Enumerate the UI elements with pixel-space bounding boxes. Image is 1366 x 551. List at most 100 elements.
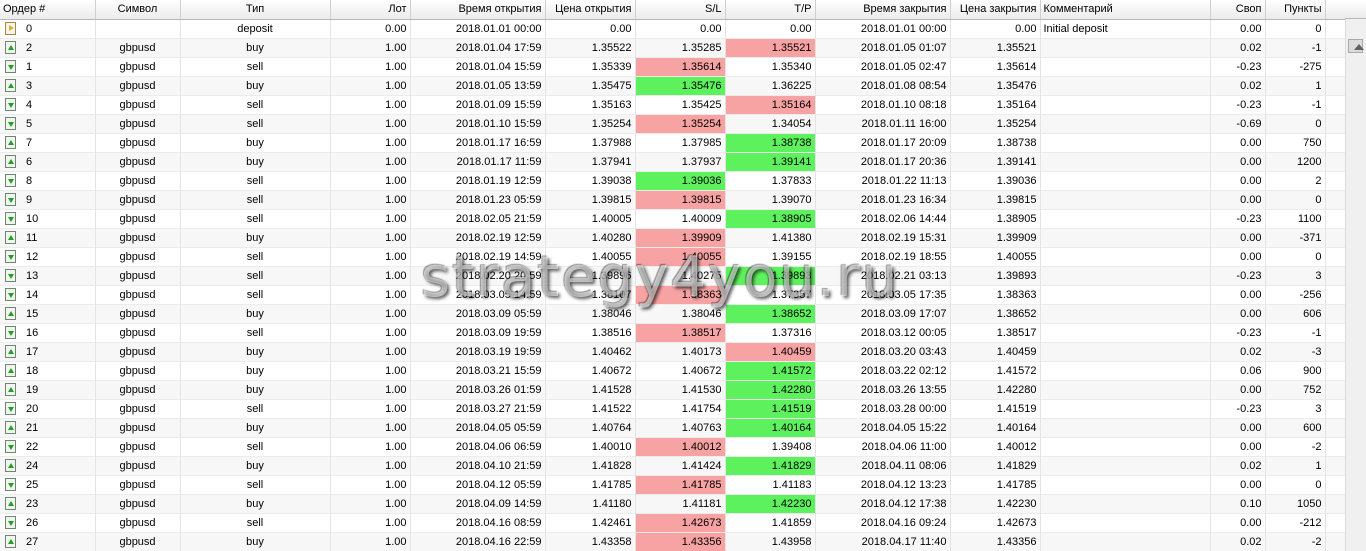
table-row[interactable]: 13 gbpusd sell 1.00 2018.02.20 20:59 1.39896 1… <box>0 266 1345 285</box>
cell-lot: 1.00 <box>330 361 411 380</box>
table-row[interactable]: 9 gbpusd sell 1.00 2018.01.23 05:59 1.39815 1.… <box>0 190 1345 209</box>
column-header-sl[interactable]: S/L <box>635 0 726 20</box>
cell-open-time: 2018.04.05 05:59 <box>410 418 546 437</box>
cell-tp: 1.41519 <box>725 399 816 418</box>
cell-type: sell <box>180 171 331 190</box>
cell-swap: 0.02 <box>1210 456 1266 475</box>
table-row[interactable]: 23 gbpusd buy 1.00 2018.04.09 14:59 1.41180 1.… <box>0 494 1345 513</box>
table-row[interactable]: 16 gbpusd sell 1.00 2018.03.09 19:59 1.38516 1… <box>0 323 1345 342</box>
cell-comment <box>1040 304 1211 323</box>
cell-close-time: 2018.01.23 16:34 <box>815 190 951 209</box>
order-number: 17 <box>26 345 39 358</box>
table-row[interactable]: 11 gbpusd buy 1.00 2018.02.19 12:59 1.40280 1.… <box>0 228 1345 247</box>
cell-type: buy <box>180 494 331 513</box>
cell-close-time: 2018.04.17 11:40 <box>815 532 951 551</box>
order-number: 2 <box>26 41 33 54</box>
column-header-points[interactable]: Пункты <box>1265 0 1326 20</box>
table-row[interactable]: 4 gbpusd sell 1.00 2018.01.09 15:59 1.35163 1.… <box>0 95 1345 114</box>
cell-symbol: gbpusd <box>95 285 181 304</box>
order-number: 14 <box>26 288 39 301</box>
cell-open-time: 2018.01.09 15:59 <box>410 95 546 114</box>
column-header-swap[interactable]: Своп <box>1210 0 1266 20</box>
cell-order: 27 <box>0 532 96 551</box>
cell-symbol: gbpusd <box>95 532 181 551</box>
table-row[interactable]: 27 gbpusd buy 1.00 2018.04.16 22:59 1.43358 1.… <box>0 532 1345 551</box>
table-row[interactable]: 26 gbpusd sell 1.00 2018.04.16 08:59 1.42461 1… <box>0 513 1345 532</box>
table-row[interactable]: 10 gbpusd sell 1.00 2018.02.05 21:59 1.40005 1… <box>0 209 1345 228</box>
cell-lot: 1.00 <box>330 418 411 437</box>
cell-sl: 1.35614 <box>635 57 726 76</box>
cell-comment <box>1040 285 1211 304</box>
cell-points: 0 <box>1265 247 1326 266</box>
table-row[interactable]: 0 deposit 0.00 2018.01.01 00:00 0.00 0.00 0.00… <box>0 19 1345 38</box>
table-row[interactable]: 17 gbpusd buy 1.00 2018.03.19 19:59 1.40462 1.… <box>0 342 1345 361</box>
table-row[interactable]: 1 gbpusd sell 1.00 2018.01.04 15:59 1.35339 1.… <box>0 57 1345 76</box>
cell-profit: 1200.00 <box>1325 152 1345 171</box>
column-header-profit[interactable]: Прибыль <box>1325 0 1345 20</box>
cell-close-price: 1.38905 <box>950 209 1041 228</box>
column-header-tp[interactable]: T/P <box>725 0 816 20</box>
sell-icon <box>5 478 16 491</box>
column-header-close-price[interactable]: Цена закрытия <box>950 0 1041 20</box>
cell-comment <box>1040 209 1211 228</box>
cell-swap: 0.00 <box>1210 418 1266 437</box>
cell-close-price: 1.43356 <box>950 532 1041 551</box>
table-row[interactable]: 20 gbpusd sell 1.00 2018.03.27 21:59 1.41522 1… <box>0 399 1345 418</box>
table-row[interactable]: 15 gbpusd buy 1.00 2018.03.09 05:59 1.38046 1.… <box>0 304 1345 323</box>
column-header-open-price[interactable]: Цена открытия <box>545 0 636 20</box>
table-row[interactable]: 25 gbpusd sell 1.00 2018.04.12 05:59 1.41785 1… <box>0 475 1345 494</box>
vertical-scrollbar[interactable] <box>1345 19 1366 551</box>
cell-symbol: gbpusd <box>95 437 181 456</box>
cell-close-price: 1.35254 <box>950 114 1041 133</box>
cell-type: sell <box>180 209 331 228</box>
table-row[interactable]: 3 gbpusd buy 1.00 2018.01.05 13:59 1.35475 1.3… <box>0 76 1345 95</box>
table-header: Ордер # Символ Тип Лот Время открытия Це… <box>0 0 1345 20</box>
cell-order: 11 <box>0 228 96 247</box>
table-row[interactable]: 6 gbpusd buy 1.00 2018.01.17 11:59 1.37941 1.3… <box>0 152 1345 171</box>
cell-profit: 1.02 <box>1325 76 1345 95</box>
scrollbar-thumb[interactable] <box>1348 39 1364 53</box>
column-header-close-time[interactable]: Время закрытия <box>815 0 951 20</box>
cell-close-time: 2018.01.01 00:00 <box>815 19 951 38</box>
cell-open-time: 2018.03.26 01:59 <box>410 380 546 399</box>
column-header-type[interactable]: Тип <box>180 0 331 20</box>
cell-sl: 1.40672 <box>635 361 726 380</box>
cell-open-time: 2018.01.10 15:59 <box>410 114 546 133</box>
table-row[interactable]: 5 gbpusd sell 1.00 2018.01.10 15:59 1.35254 1.… <box>0 114 1345 133</box>
cell-symbol: gbpusd <box>95 399 181 418</box>
cell-lot: 1.00 <box>330 380 411 399</box>
table-row[interactable]: 2 gbpusd buy 1.00 2018.01.04 17:59 1.35522 1.3… <box>0 38 1345 57</box>
column-header-lot[interactable]: Лот <box>330 0 411 20</box>
column-header-open-time[interactable]: Время открытия <box>410 0 546 20</box>
column-header-comment[interactable]: Комментарий <box>1040 0 1211 20</box>
cell-swap: 0.02 <box>1210 76 1266 95</box>
order-number: 13 <box>26 269 39 282</box>
cell-type: buy <box>180 304 331 323</box>
cell-order: 20 <box>0 399 96 418</box>
table-row[interactable]: 12 gbpusd sell 1.00 2018.02.19 14:59 1.40055 1… <box>0 247 1345 266</box>
table-row[interactable]: 14 gbpusd sell 1.00 2018.03.05 14:59 1.38107 1… <box>0 285 1345 304</box>
table-row[interactable]: 18 gbpusd buy 1.00 2018.03.21 15:59 1.40672 1.… <box>0 361 1345 380</box>
cell-open-time: 2018.03.27 21:59 <box>410 399 546 418</box>
table-row[interactable]: 24 gbpusd buy 1.00 2018.04.10 21:59 1.41828 1.… <box>0 456 1345 475</box>
cell-close-time: 2018.01.05 02:47 <box>815 57 951 76</box>
column-header-order[interactable]: Ордер # <box>0 0 96 20</box>
order-number: 22 <box>26 440 39 453</box>
cell-comment <box>1040 152 1211 171</box>
table-row[interactable]: 8 gbpusd sell 1.00 2018.01.19 12:59 1.39038 1.… <box>0 171 1345 190</box>
table-row[interactable]: 21 gbpusd buy 1.00 2018.04.05 05:59 1.40764 1.… <box>0 418 1345 437</box>
table-row[interactable]: 22 gbpusd sell 1.00 2018.04.06 06:59 1.40010 1… <box>0 437 1345 456</box>
order-number: 15 <box>26 307 39 320</box>
cell-tp: 1.36225 <box>725 76 816 95</box>
cell-profit: -0.69 <box>1325 114 1345 133</box>
column-header-symbol[interactable]: Символ <box>95 0 181 20</box>
table-row[interactable]: 19 gbpusd buy 1.00 2018.03.26 01:59 1.41528 1.… <box>0 380 1345 399</box>
cell-sl: 1.40275 <box>635 266 726 285</box>
scroll-up-arrow-icon[interactable] <box>1354 44 1364 50</box>
cell-open-price: 1.39038 <box>545 171 636 190</box>
cell-open-time: 2018.04.09 14:59 <box>410 494 546 513</box>
table-row[interactable]: 7 gbpusd buy 1.00 2018.01.17 16:59 1.37988 1.3… <box>0 133 1345 152</box>
cell-type: sell <box>180 399 331 418</box>
cell-tp: 0.00 <box>725 19 816 38</box>
sell-icon <box>5 98 16 111</box>
